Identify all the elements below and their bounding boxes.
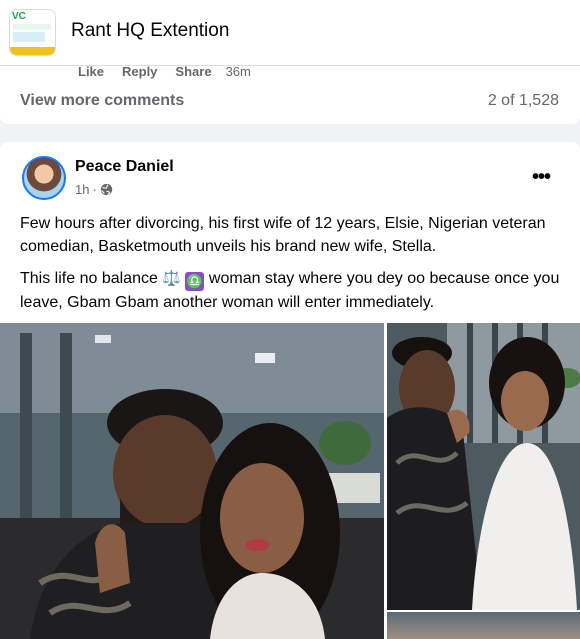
group-thumbnail[interactable]: VC	[9, 9, 56, 56]
paragraph-2-text-start: This life no balance	[20, 270, 163, 287]
photo-secondary-illustration	[387, 323, 580, 610]
post-photo-tertiary[interactable]	[387, 612, 580, 639]
post-photo-main[interactable]	[0, 323, 384, 639]
photo-main-illustration	[0, 323, 384, 639]
libra-emoji: ♎	[185, 272, 205, 291]
thumbnail-decoration	[13, 32, 45, 42]
thumbnail-text: VC	[12, 11, 26, 22]
share-link[interactable]: Share	[175, 64, 211, 79]
top-bar: VC Rant HQ Extention	[0, 0, 580, 66]
post-paragraph-2: This life no balance ⚖️ ♎ woman stay whe…	[20, 267, 568, 314]
thumbnail-decoration	[10, 47, 55, 55]
meta-separator: ·	[92, 182, 97, 197]
post-meta: 1h ·	[75, 182, 113, 197]
post-author[interactable]: Peace Daniel	[75, 158, 174, 176]
post-time[interactable]: 1h	[75, 182, 89, 197]
comment-count: 2 of 1,528	[487, 92, 559, 109]
like-link[interactable]: Like	[78, 64, 104, 79]
view-more-comments-link[interactable]: View more comments	[20, 92, 184, 110]
globe-icon	[100, 183, 112, 196]
post-paragraph-1: Few hours after divorcing, his first wif…	[20, 215, 546, 255]
post-photo-secondary[interactable]	[387, 323, 580, 610]
more-options-icon[interactable]: •••	[532, 166, 551, 189]
comment-time: 36m	[225, 64, 251, 79]
thumbnail-decoration	[13, 24, 51, 30]
avatar[interactable]	[22, 156, 66, 200]
group-title[interactable]: Rant HQ Extention	[71, 20, 229, 42]
reply-link[interactable]: Reply	[122, 64, 157, 79]
balance-scale-emoji: ⚖️	[162, 270, 181, 287]
comment-actions: Like Reply Share 36m	[78, 64, 269, 79]
